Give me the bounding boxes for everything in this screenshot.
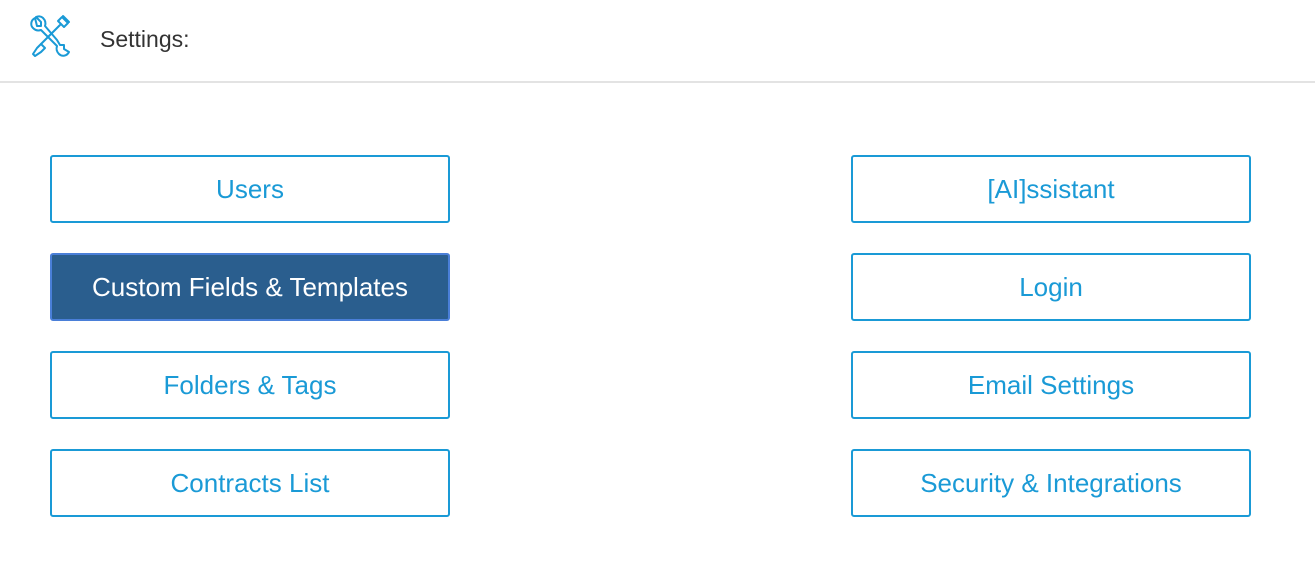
users-button[interactable]: Users (50, 155, 450, 223)
custom-fields-templates-button[interactable]: Custom Fields & Templates (50, 253, 450, 321)
login-button[interactable]: Login (851, 253, 1251, 321)
page-title: Settings: (100, 26, 190, 52)
assistant-button[interactable]: [AI]ssistant (851, 155, 1251, 223)
settings-header: Settings: (0, 0, 1315, 83)
folders-tags-button[interactable]: Folders & Tags (50, 351, 450, 419)
tools-icon (27, 12, 75, 60)
contracts-list-button[interactable]: Contracts List (50, 449, 450, 517)
security-integrations-button[interactable]: Security & Integrations (851, 449, 1251, 517)
email-settings-button[interactable]: Email Settings (851, 351, 1251, 419)
